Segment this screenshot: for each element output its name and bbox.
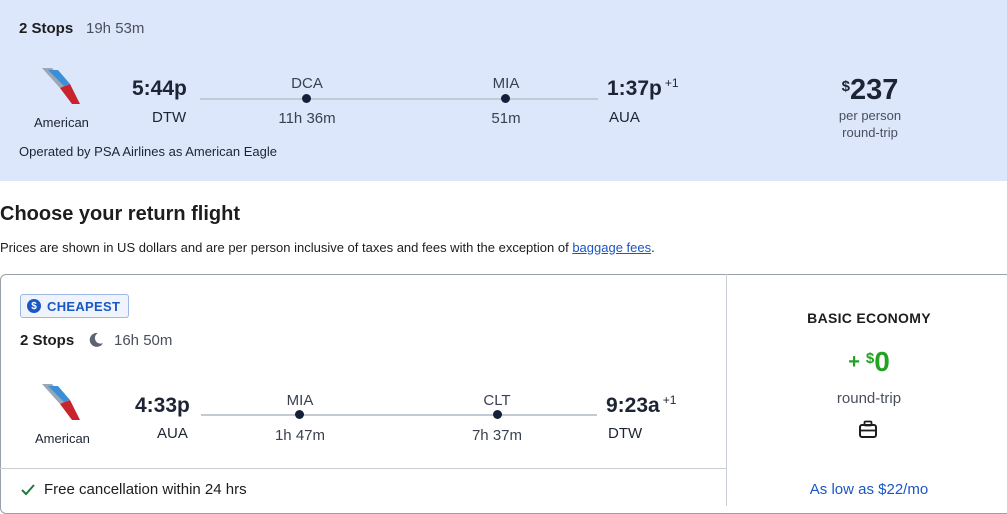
selected-outbound-panel: 2 Stops 19h 53m American 5:44p DTW DCA 1… (0, 0, 1007, 181)
outbound-stop1-code: DCA (291, 75, 323, 92)
dollar-badge-icon: $ (27, 299, 41, 313)
outbound-arrive-time: 1:37p +1 (607, 76, 679, 100)
outbound-depart-code: DTW (152, 109, 187, 126)
return-duration: 16h 50m (114, 332, 173, 349)
outbound-day-offset: +1 (664, 76, 679, 90)
moon-icon (89, 332, 103, 347)
card-horizontal-divider (0, 468, 726, 469)
return-route-line (201, 414, 597, 416)
outbound-route-line (200, 98, 598, 100)
outbound-operated-by: Operated by PSA Airlines as American Eag… (19, 144, 277, 159)
card-divider (726, 274, 727, 506)
outbound-airline-name: American (34, 115, 89, 130)
return-depart-code: AUA (157, 425, 188, 442)
return-stop2-layover: 7h 37m (471, 427, 523, 444)
outbound-stop1-layover: 11h 36m (278, 110, 336, 127)
carry-on-bag-icon (859, 420, 877, 438)
outbound-price-caption: per person round-trip (838, 108, 902, 140)
outbound-stop1-dot (302, 94, 311, 103)
return-stop1-layover: 1h 47m (274, 427, 326, 444)
outbound-stop2-layover: 51m (491, 110, 521, 127)
fare-class-label: BASIC ECONOMY (807, 310, 931, 326)
return-depart-time: 4:33p (135, 394, 190, 417)
fare-trip-type: round-trip (836, 390, 902, 407)
american-airlines-logo-icon (42, 384, 80, 420)
outbound-arrive-code: AUA (609, 109, 640, 126)
outbound-price: $237 (841, 74, 899, 106)
baggage-fees-link[interactable]: baggage fees (572, 240, 651, 255)
return-stop2-code: CLT (483, 392, 511, 409)
return-arrive-code: DTW (608, 425, 643, 442)
price-disclaimer: Prices are shown in US dollars and are p… (0, 240, 655, 255)
return-stop2-dot (493, 410, 502, 419)
fare-price[interactable]: + $0 (790, 346, 948, 378)
return-stop1-code: MIA (286, 392, 314, 409)
page-title: Choose your return flight (0, 203, 240, 225)
return-day-offset: +1 (662, 393, 677, 407)
outbound-stops: 2 Stops (19, 20, 74, 37)
outbound-depart-time: 5:44p (132, 77, 187, 100)
return-stops: 2 Stops (20, 332, 75, 349)
check-icon (21, 483, 35, 495)
outbound-stop2-dot (501, 94, 510, 103)
outbound-duration: 19h 53m (86, 20, 145, 37)
cheapest-badge: $ CHEAPEST (20, 294, 130, 318)
return-arrive-time: 9:23a +1 (606, 393, 677, 417)
american-airlines-logo-icon (42, 68, 80, 104)
financing-link[interactable]: As low as $22/mo (790, 481, 948, 498)
return-stop1-dot (295, 410, 304, 419)
outbound-stop2-code: MIA (492, 75, 520, 92)
return-airline-name: American (35, 431, 90, 446)
free-cancellation-note: Free cancellation within 24 hrs (20, 481, 247, 498)
